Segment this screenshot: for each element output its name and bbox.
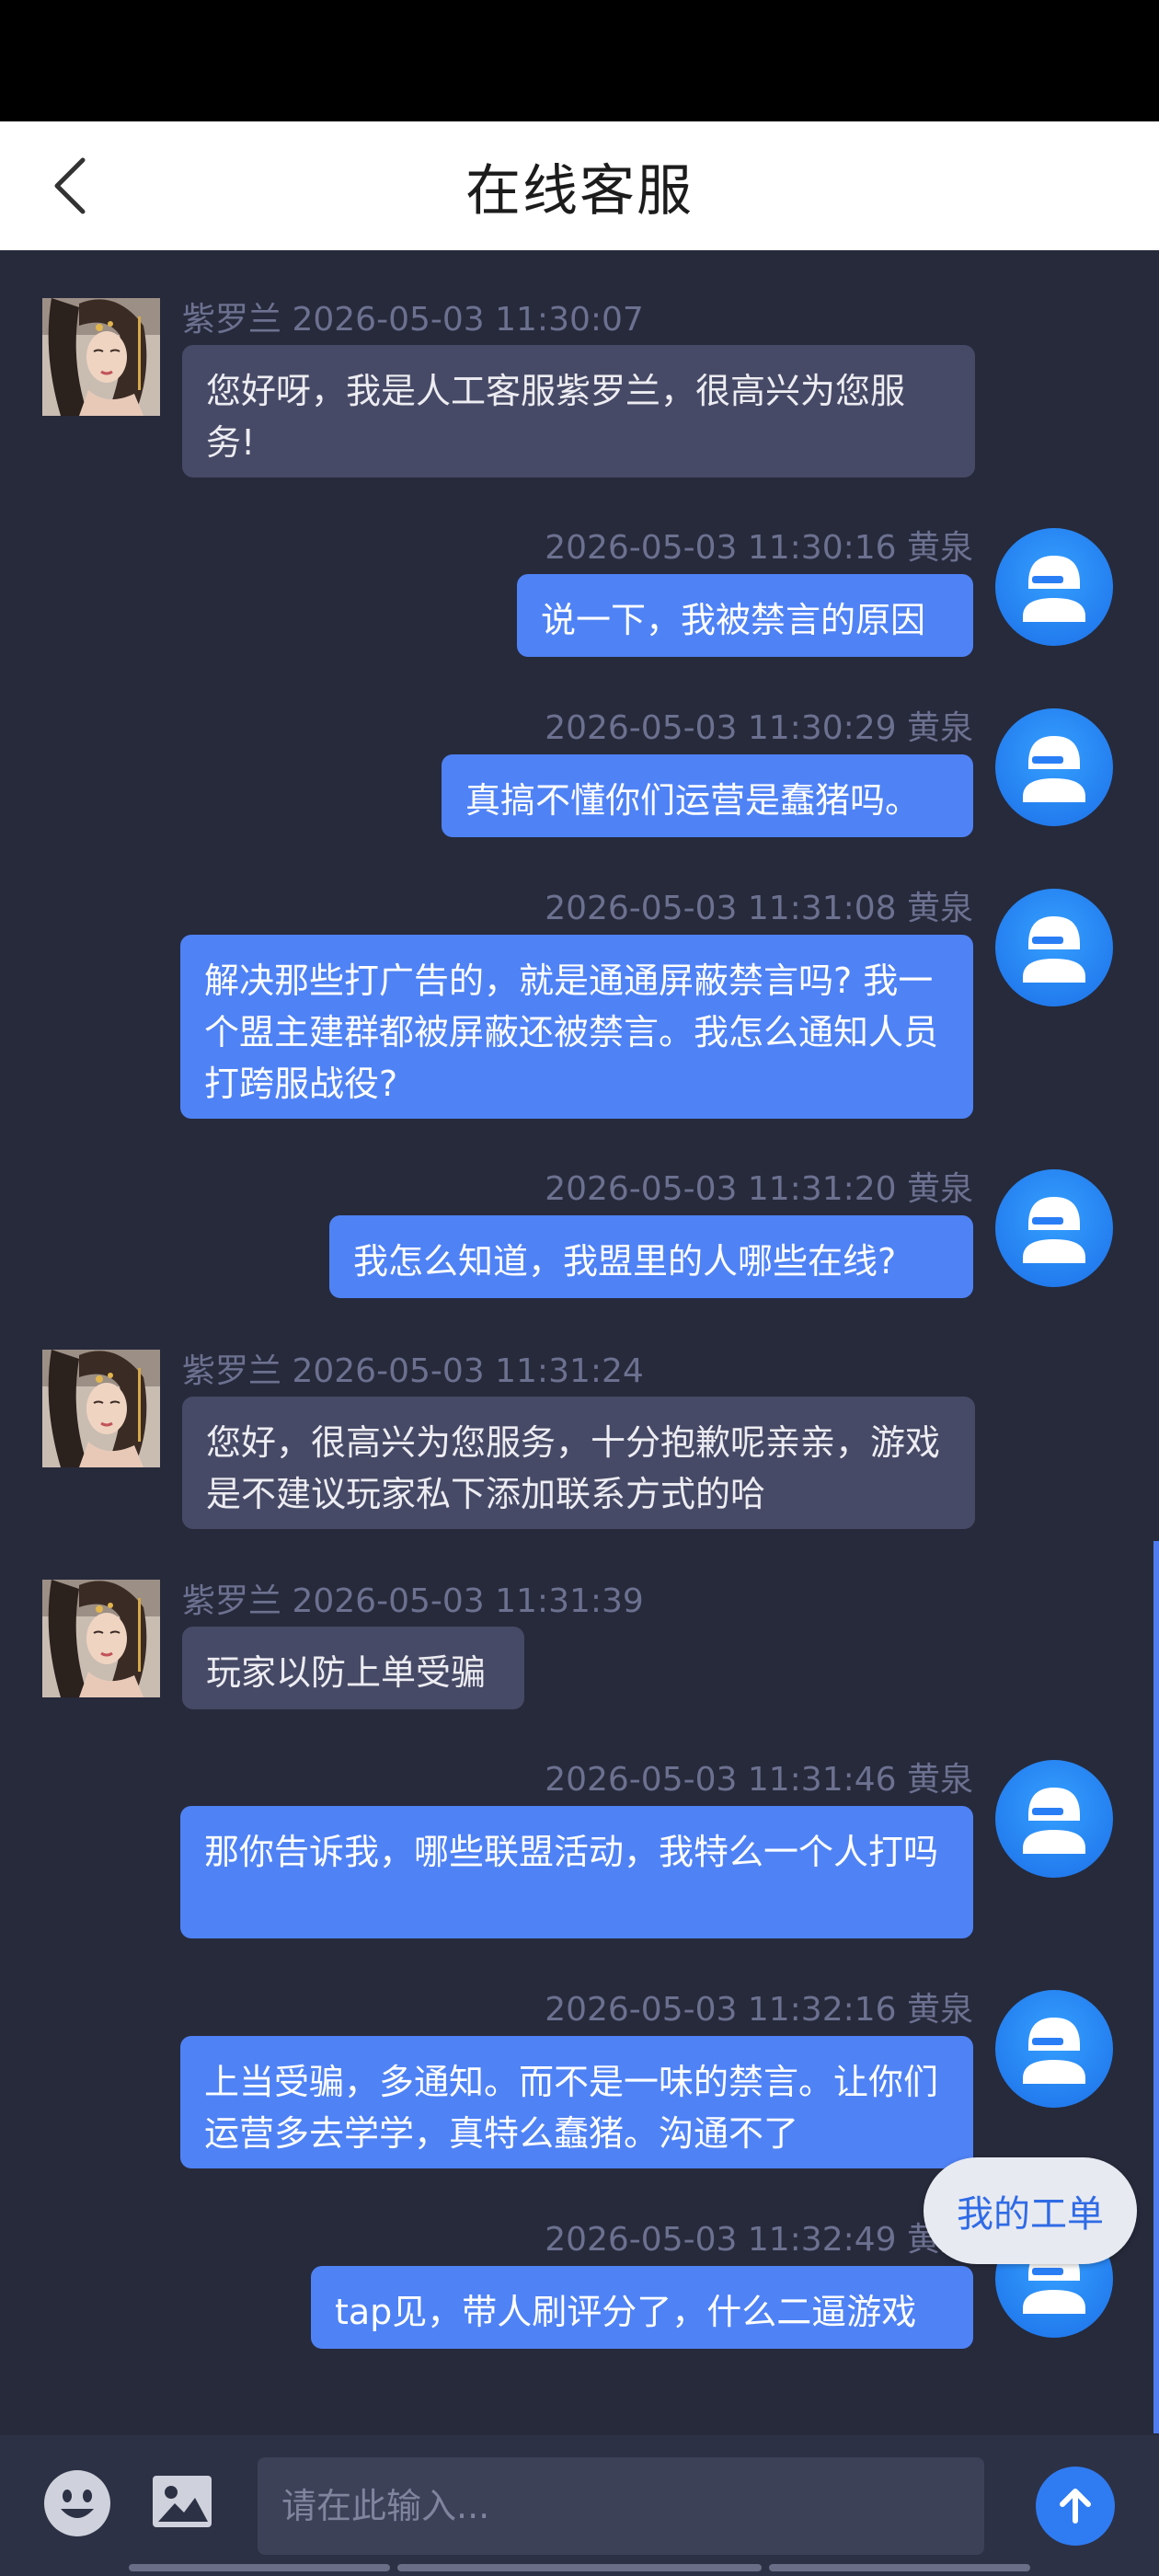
user-cap-icon [1023, 1788, 1085, 1854]
agent-avatar [42, 1350, 160, 1467]
user-avatar [995, 1169, 1113, 1287]
message-input[interactable] [258, 2457, 984, 2555]
message-bubble: 上当受骗，多通知。而不是一味的禁言。让你们运营多去学学，真特么蠢猪。沟通不了 [180, 2036, 973, 2168]
message-row: 2026-05-03 11:30:16 黄泉 说一下，我被禁言的原因 [0, 480, 1159, 661]
message-bubble: 真搞不懂你们运营是蠢猪吗。 [442, 754, 973, 837]
timestamp: 2026-05-03 11:32:16 [545, 1991, 897, 2029]
message-row: 2026-05-03 11:31:46 黄泉 那你告诉我，哪些联盟活动，我特么一… [0, 1712, 1159, 1942]
user-cap-icon [1023, 556, 1085, 622]
message-bubble: 您好，很高兴为您服务，十分抱歉呢亲亲，游戏是不建议玩家私下添加联系方式的哈 [182, 1397, 975, 1529]
message-bubble: 那你告诉我，哪些联盟活动，我特么一个人打吗 [180, 1806, 973, 1938]
chat-message-list[interactable]: 紫罗兰 2026-05-03 11:30:07 您好呀，我是人工客服紫罗兰，很高… [0, 250, 1159, 2435]
user-avatar [995, 528, 1113, 646]
arrow-up-icon [1060, 2489, 1091, 2524]
timestamp: 2026-05-03 11:31:46 [545, 1761, 897, 1799]
sender-name: 黄泉 [906, 1170, 973, 1208]
sender-name: 紫罗兰 [182, 301, 282, 339]
user-cap-icon [1023, 736, 1085, 802]
page-title: 在线客服 [465, 158, 694, 224]
my-tickets-button[interactable]: 我的工单 [924, 2157, 1137, 2264]
scrollbar-thumb[interactable] [1153, 1541, 1159, 2433]
timestamp: 2026-05-03 11:31:39 [292, 1582, 644, 1620]
user-avatar [995, 1760, 1113, 1878]
message-bubble: tap见，带人刷评分了，什么二逼游戏 [311, 2266, 973, 2349]
status-bar [0, 0, 1159, 121]
agent-avatar [42, 1580, 160, 1697]
sender-name: 黄泉 [906, 1761, 973, 1799]
emoji-button[interactable] [42, 2468, 112, 2538]
message-row: 2026-05-03 11:31:20 黄泉 我怎么知道，我盟里的人哪些在线? [0, 1121, 1159, 1302]
message-bubble: 玩家以防上单受骗 [182, 1627, 524, 1709]
message-bubble: 您好呀，我是人工客服紫罗兰，很高兴为您服务! [182, 345, 975, 477]
message-bubble: 我怎么知道，我盟里的人哪些在线? [329, 1215, 973, 1298]
nav-indicator [129, 2564, 390, 2571]
user-avatar [995, 889, 1113, 1006]
message-bubble: 解决那些打广告的，就是通通屏蔽禁言吗? 我一个盟主建群都被屏蔽还被禁言。我怎么通… [180, 935, 973, 1119]
message-row: 紫罗兰 2026-05-03 11:31:24 您好，很高兴为您服务，十分抱歉呢… [0, 1302, 1159, 1532]
sender-name: 黄泉 [906, 529, 973, 567]
agent-avatar [42, 298, 160, 416]
nav-indicator [769, 2564, 1030, 2571]
sender-name: 黄泉 [906, 709, 973, 747]
message-row: 2026-05-03 11:30:29 黄泉 真搞不懂你们运营是蠢猪吗。 [0, 661, 1159, 841]
message-row: 2026-05-03 11:31:08 黄泉 解决那些打广告的，就是通通屏蔽禁言… [0, 841, 1159, 1121]
user-avatar [995, 708, 1113, 826]
user-cap-icon [1023, 1197, 1085, 1263]
user-cap-icon [1023, 916, 1085, 983]
timestamp: 2026-05-03 11:30:07 [292, 301, 644, 339]
timestamp: 2026-05-03 11:32:49 [545, 2221, 897, 2259]
smiley-icon [44, 2470, 110, 2536]
sender-name: 黄泉 [906, 1991, 973, 2029]
user-cap-icon [1023, 2018, 1085, 2084]
timestamp: 2026-05-03 11:30:16 [545, 529, 897, 567]
user-avatar [995, 1990, 1113, 2108]
timestamp: 2026-05-03 11:31:20 [545, 1170, 897, 1208]
message-row: 紫罗兰 2026-05-03 11:30:07 您好呀，我是人工客服紫罗兰，很高… [0, 250, 1159, 480]
timestamp: 2026-05-03 11:31:24 [292, 1352, 644, 1390]
chevron-left-icon [54, 157, 86, 214]
image-button[interactable] [151, 2472, 213, 2531]
timestamp: 2026-05-03 11:31:08 [545, 890, 897, 927]
timestamp: 2026-05-03 11:30:29 [545, 709, 897, 747]
message-row: 2026-05-03 11:32:16 黄泉 上当受骗，多通知。而不是一味的禁言… [0, 1942, 1159, 2172]
message-row: 紫罗兰 2026-05-03 11:31:39 玩家以防上单受骗 [0, 1532, 1159, 1712]
image-icon [153, 2476, 212, 2527]
message-bubble: 说一下，我被禁言的原因 [517, 574, 973, 657]
sender-name: 紫罗兰 [182, 1582, 282, 1620]
sender-name: 紫罗兰 [182, 1352, 282, 1390]
sender-name: 黄泉 [906, 890, 973, 927]
back-button[interactable] [42, 155, 105, 217]
send-button[interactable] [1036, 2467, 1115, 2546]
header: 在线客服 [0, 121, 1159, 250]
nav-indicator [397, 2564, 762, 2571]
input-bar [0, 2435, 1159, 2576]
